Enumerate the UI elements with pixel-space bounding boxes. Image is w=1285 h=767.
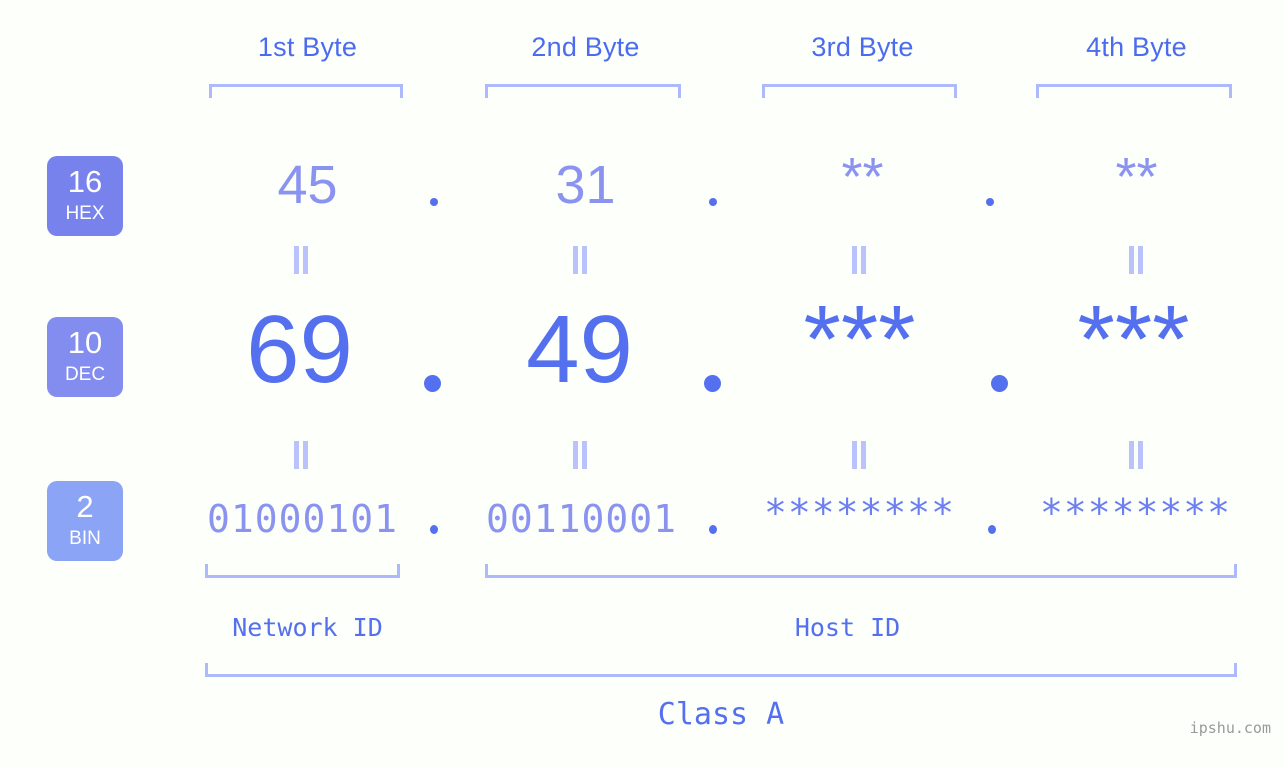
dec-dot-separator-1 xyxy=(424,375,441,392)
base-badge-hex-name: HEX xyxy=(65,203,105,224)
byte-bracket-3 xyxy=(762,84,957,98)
dec-dot-separator-2 xyxy=(704,375,721,392)
bin-byte-3: ******** xyxy=(763,491,956,535)
bin-dot-separator-3 xyxy=(988,525,996,534)
dec-byte-4: *** xyxy=(1077,286,1190,393)
hex-dot-separator-2 xyxy=(709,198,717,206)
dec-byte-1: 69 xyxy=(246,296,353,403)
dec-byte-2: 49 xyxy=(526,296,633,403)
base-badge-dec-name: DEC xyxy=(64,364,106,385)
byte-header-4: 4th Byte xyxy=(1086,32,1187,62)
base-badge-bin: 2 BIN xyxy=(47,481,123,561)
bin-dot-separator-1 xyxy=(430,525,438,534)
bin-byte-2: 00110001 xyxy=(485,497,678,541)
hex-byte-3: ** xyxy=(841,147,884,207)
network-id-bracket xyxy=(205,564,400,578)
network-id-label: Network ID xyxy=(232,613,383,642)
hex-dot-separator-1 xyxy=(430,198,438,206)
hex-byte-2: 31 xyxy=(555,155,616,215)
equals-mark-dec-bin-1 xyxy=(293,441,309,469)
byte-bracket-2 xyxy=(485,84,681,98)
class-label: Class A xyxy=(657,697,785,732)
bin-byte-1: 01000101 xyxy=(206,497,399,541)
base-badge-hex-number: 16 xyxy=(67,164,103,199)
equals-mark-hex-dec-3 xyxy=(851,246,867,274)
base-badge-dec-number: 10 xyxy=(67,325,103,360)
ip-breakdown-diagram: 1st Byte 2nd Byte 3rd Byte 4th Byte 16 H… xyxy=(0,0,1285,767)
base-badge-dec: 10 DEC xyxy=(47,317,123,397)
equals-mark-dec-bin-2 xyxy=(572,441,588,469)
hex-dot-separator-3 xyxy=(986,198,994,206)
byte-header-1: 1st Byte xyxy=(257,32,358,62)
equals-mark-hex-dec-4 xyxy=(1128,246,1144,274)
byte-bracket-1 xyxy=(209,84,403,98)
byte-bracket-4 xyxy=(1036,84,1232,98)
hex-byte-1: 45 xyxy=(277,155,338,215)
dec-byte-3: *** xyxy=(803,286,916,393)
base-badge-bin-name: BIN xyxy=(69,528,101,549)
hex-byte-4: ** xyxy=(1115,147,1158,207)
base-badge-hex: 16 HEX xyxy=(47,156,123,236)
host-id-label: Host ID xyxy=(794,613,901,642)
byte-header-3: 3rd Byte xyxy=(811,32,914,62)
base-badge-bin-number: 2 xyxy=(76,489,94,524)
watermark: ipshu.com xyxy=(1189,719,1271,737)
equals-mark-hex-dec-2 xyxy=(572,246,588,274)
byte-header-2: 2nd Byte xyxy=(531,32,640,62)
dec-dot-separator-3 xyxy=(991,375,1008,392)
bin-dot-separator-2 xyxy=(709,525,717,534)
host-id-bracket xyxy=(485,564,1237,578)
equals-mark-hex-dec-1 xyxy=(293,246,309,274)
equals-mark-dec-bin-4 xyxy=(1128,441,1144,469)
class-bracket xyxy=(205,663,1237,677)
bin-byte-4: ******** xyxy=(1039,491,1232,535)
equals-mark-dec-bin-3 xyxy=(851,441,867,469)
